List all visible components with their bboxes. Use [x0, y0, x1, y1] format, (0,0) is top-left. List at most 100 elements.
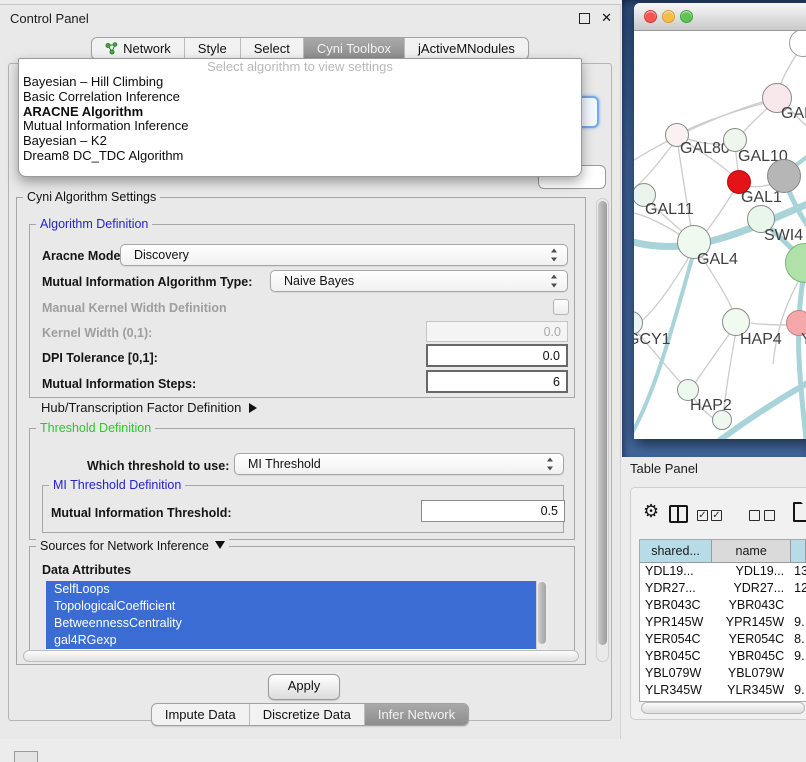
settings-vertical-scrollbar[interactable] [596, 198, 609, 662]
tab-label: Style [198, 41, 227, 56]
table-row[interactable]: YDL19...YDL19...13 [640, 563, 806, 580]
minimize-traffic-light-icon[interactable] [662, 10, 675, 23]
table-row[interactable]: YLR345WYLR345W9. [640, 682, 806, 699]
close-icon[interactable]: ✕ [601, 10, 612, 26]
tab-style[interactable]: Style [184, 38, 240, 59]
tab-label: Cyni Toolbox [317, 41, 391, 56]
sources-group: Sources for Network Inference Data Attri… [29, 546, 575, 658]
table-cell [791, 597, 806, 614]
network-node-label-hap4: HAP4 [740, 331, 782, 349]
aracne-mode-label: Aracne Mode: [42, 249, 125, 263]
table-panel-title: Table Panel [630, 461, 698, 476]
dpi-tolerance-field[interactable]: 0.0 [426, 344, 568, 367]
table-cell: 8. [791, 631, 806, 648]
tab-jactivemnodules[interactable]: jActiveMNodules [404, 38, 528, 59]
table-horizontal-scrollbar[interactable] [641, 702, 805, 714]
dropdown-prompt: Select algorithm to view settings [19, 59, 581, 75]
apply-button[interactable]: Apply [268, 674, 340, 700]
table-row[interactable]: YPR145WYPR145W9. [640, 614, 806, 631]
algorithm-definition-title: Algorithm Definition [36, 217, 152, 231]
manual-kernel-checkbox[interactable] [553, 299, 569, 315]
table-cell: 9. [791, 682, 806, 699]
mi-algorithm-type-combo[interactable]: Naive Bayes [270, 270, 568, 292]
tab-discretize-data[interactable]: Discretize Data [249, 704, 364, 725]
kernel-width-field[interactable]: 0.0 [426, 321, 568, 342]
mi-algorithm-type-value: Naive Bayes [284, 274, 354, 288]
table-cell: YER054C [640, 631, 712, 648]
select-all-checkbox-icon[interactable]: ✓ [697, 510, 708, 521]
minimized-panel-icon[interactable] [14, 751, 38, 762]
threshold-definition-title: Threshold Definition [36, 421, 155, 435]
table-cell: YER054C [712, 631, 791, 648]
algorithm-option[interactable]: Bayesian – Hill Climbing [19, 75, 581, 90]
export-table-icon[interactable] [793, 502, 806, 522]
network-canvas[interactable]: GALGAL80GAL10GAL1GAL11SWI4GAL4GCY1HAP4YH… [634, 31, 806, 439]
tab-select[interactable]: Select [240, 38, 303, 59]
cyni-algorithm-settings-group: Cyni Algorithm Settings Algorithm Defini… [16, 197, 586, 665]
data-attributes-list[interactable]: SelfLoopsTopologicalCoefficientBetweenne… [46, 581, 548, 653]
network-node-label-gal11: GAL11 [645, 201, 694, 219]
algorithm-option[interactable]: Bayesian – K2 [19, 134, 581, 149]
network-node-label-gcy1: GCY1 [634, 331, 671, 349]
attribute-list-item[interactable]: TopologicalCoefficient [46, 598, 545, 615]
settings-group-title: Cyni Algorithm Settings [23, 190, 160, 204]
network-node-label-swi4: SWI4 [764, 227, 803, 245]
column-header[interactable]: shared... [640, 540, 712, 563]
algorithm-option[interactable]: Basic Correlation Inference [19, 90, 581, 105]
tab-label: jActiveMNodules [418, 41, 515, 56]
which-threshold-combo[interactable]: MI Threshold [234, 453, 564, 475]
deselect-all-checkbox-icon[interactable] [749, 510, 760, 521]
select-all-checkbox-icon[interactable]: ✓ [711, 510, 722, 521]
combo-spinner-icon [550, 275, 559, 288]
column-header[interactable] [791, 540, 806, 563]
network-node-gray-node[interactable] [767, 159, 801, 193]
table-row[interactable]: YBL079WYBL079W [640, 665, 806, 682]
table-cell: YBL079W [640, 665, 712, 682]
table-cell: YPR145W [640, 614, 712, 631]
table-row[interactable]: YDR27...YDR27...12 [640, 580, 806, 597]
tab-network[interactable]: Network [92, 38, 184, 59]
mi-threshold-field[interactable]: 0.5 [421, 500, 565, 522]
table-cell: 9. [791, 614, 806, 631]
hub-tf-section-toggle[interactable]: Hub/Transcription Factor Definition [41, 400, 257, 415]
close-traffic-light-icon[interactable] [644, 10, 657, 23]
table-cell: YBL079W [712, 665, 791, 682]
attribute-list-item[interactable]: SelfLoops [46, 581, 545, 598]
settings-scrollbar-thumb[interactable] [598, 201, 607, 645]
table-row[interactable]: YBR045CYBR045C9. [640, 648, 806, 665]
algorithm-option[interactable]: Dream8 DC_TDC Algorithm [19, 149, 581, 164]
chevron-down-icon [215, 541, 225, 549]
table-cell: 9. [791, 648, 806, 665]
tab-label: Discretize Data [263, 707, 351, 722]
attribute-list-item[interactable]: BetweennessCentrality [46, 615, 545, 632]
deselect-all-checkbox-icon[interactable] [764, 510, 775, 521]
table-cell: YDR27... [640, 580, 712, 597]
sources-group-title[interactable]: Sources for Network Inference [36, 539, 229, 553]
kernel-width-label: Kernel Width (0,1): [42, 326, 152, 340]
table-row[interactable]: YER054CYER054C8. [640, 631, 806, 648]
tab-label: Impute Data [165, 707, 236, 722]
network-node-label-pink-y: Y [801, 331, 806, 349]
manual-kernel-label: Manual Kernel Width Definition [42, 301, 227, 315]
algorithm-definition-group: Algorithm Definition Aracne Mode: Discov… [29, 224, 575, 398]
attributes-scrollbar[interactable] [536, 581, 548, 653]
table-cell: YLR345W [712, 682, 791, 699]
mi-steps-field[interactable]: 6 [426, 370, 568, 393]
settings-gear-icon[interactable]: ⚙ [643, 501, 659, 522]
algorithm-option[interactable]: ARACNE Algorithm [19, 105, 581, 120]
zoom-traffic-light-icon[interactable] [680, 10, 693, 23]
algorithm-option[interactable]: Mutual Information Inference [19, 119, 581, 134]
aracne-mode-combo[interactable]: Discovery [120, 244, 568, 266]
attribute-list-item[interactable]: gal4RGexp [46, 632, 545, 649]
tab-infer-network[interactable]: Infer Network [364, 704, 468, 725]
tab-impute-data[interactable]: Impute Data [152, 704, 249, 725]
tab-cyni-toolbox[interactable]: Cyni Toolbox [303, 38, 404, 59]
control-panel-tabbar: Network Style Select Cyni Toolbox jActiveMNo… [0, 37, 620, 60]
column-header[interactable]: name [712, 540, 791, 563]
attributes-scrollbar-thumb[interactable] [538, 582, 546, 644]
float-window-icon[interactable] [579, 13, 590, 24]
network-node-node-bottom[interactable] [712, 410, 732, 430]
table-row[interactable]: YBR043CYBR043C [640, 597, 806, 614]
column-selector-icon[interactable] [669, 505, 688, 523]
settings-horizontal-scrollbar[interactable] [23, 650, 579, 662]
